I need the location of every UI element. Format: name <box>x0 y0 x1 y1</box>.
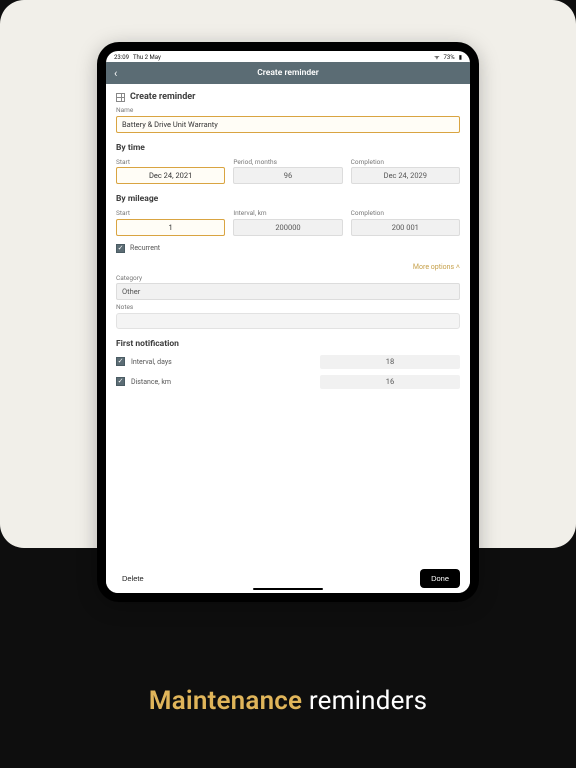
content-area: Create reminder Name Battery & Drive Uni… <box>106 84 470 593</box>
calendar-grid-icon <box>116 93 125 102</box>
by-mileage-title: By mileage <box>116 194 460 204</box>
status-bar: 23:09 Thu 2 May ᯤ 73% ▮ <box>106 51 470 62</box>
status-time: 23:09 <box>114 54 129 61</box>
by-time-title: By time <box>116 143 460 153</box>
time-period-input[interactable]: 96 <box>233 167 342 184</box>
navbar-title: Create reminder <box>106 68 470 78</box>
caption-word-1: Maintenance <box>149 686 302 716</box>
navbar: ‹ Create reminder <box>106 62 470 84</box>
category-select[interactable]: Other <box>116 283 460 300</box>
done-button[interactable]: Done <box>420 569 460 588</box>
notes-input[interactable] <box>116 313 460 329</box>
notif-distance-checkbox[interactable]: ✓ <box>116 377 125 386</box>
marketing-caption: Maintenance reminders <box>0 686 576 716</box>
name-input[interactable]: Battery & Drive Unit Warranty <box>116 116 460 133</box>
page-title: Create reminder <box>130 92 195 102</box>
notif-interval-checkbox[interactable]: ✓ <box>116 357 125 366</box>
time-completion-value: Dec 24, 2029 <box>351 167 460 184</box>
back-button[interactable]: ‹ <box>114 68 117 79</box>
time-completion-label: Completion <box>351 158 460 166</box>
home-indicator[interactable] <box>253 588 323 590</box>
more-options-toggle[interactable]: More options ˄ <box>116 263 460 271</box>
wifi-icon: ᯤ <box>434 53 439 61</box>
notif-distance-value[interactable]: 16 <box>320 375 460 389</box>
chevron-up-icon: ˄ <box>456 263 460 271</box>
battery-icon: ▮ <box>459 54 462 61</box>
tablet-frame: 23:09 Thu 2 May ᯤ 73% ▮ ‹ Create reminde… <box>97 42 479 602</box>
recurrent-label: Recurrent <box>130 244 160 252</box>
caption-word-2: reminders <box>309 686 427 716</box>
battery-percent: 73% <box>444 54 455 61</box>
mileage-start-input[interactable]: 1 <box>116 219 225 236</box>
mileage-interval-input[interactable]: 200000 <box>233 219 342 236</box>
screen: 23:09 Thu 2 May ᯤ 73% ▮ ‹ Create reminde… <box>106 51 470 593</box>
mileage-completion-value: 200 001 <box>351 219 460 236</box>
notes-label: Notes <box>116 303 460 311</box>
notif-distance-label: Distance, km <box>131 378 171 386</box>
category-label: Category <box>116 274 460 282</box>
status-date: Thu 2 May <box>133 54 161 61</box>
mileage-completion-label: Completion <box>351 209 460 217</box>
mileage-interval-label: Interval, km <box>233 209 342 217</box>
recurrent-checkbox[interactable]: ✓ <box>116 244 125 253</box>
time-start-label: Start <box>116 158 225 166</box>
time-start-input[interactable]: Dec 24, 2021 <box>116 167 225 184</box>
mileage-start-label: Start <box>116 209 225 217</box>
first-notification-title: First notification <box>116 339 460 349</box>
delete-button[interactable]: Delete <box>116 570 150 587</box>
time-period-label: Period, months <box>233 158 342 166</box>
name-label: Name <box>116 106 460 114</box>
notif-interval-label: Interval, days <box>131 358 172 366</box>
notif-interval-value[interactable]: 18 <box>320 355 460 369</box>
